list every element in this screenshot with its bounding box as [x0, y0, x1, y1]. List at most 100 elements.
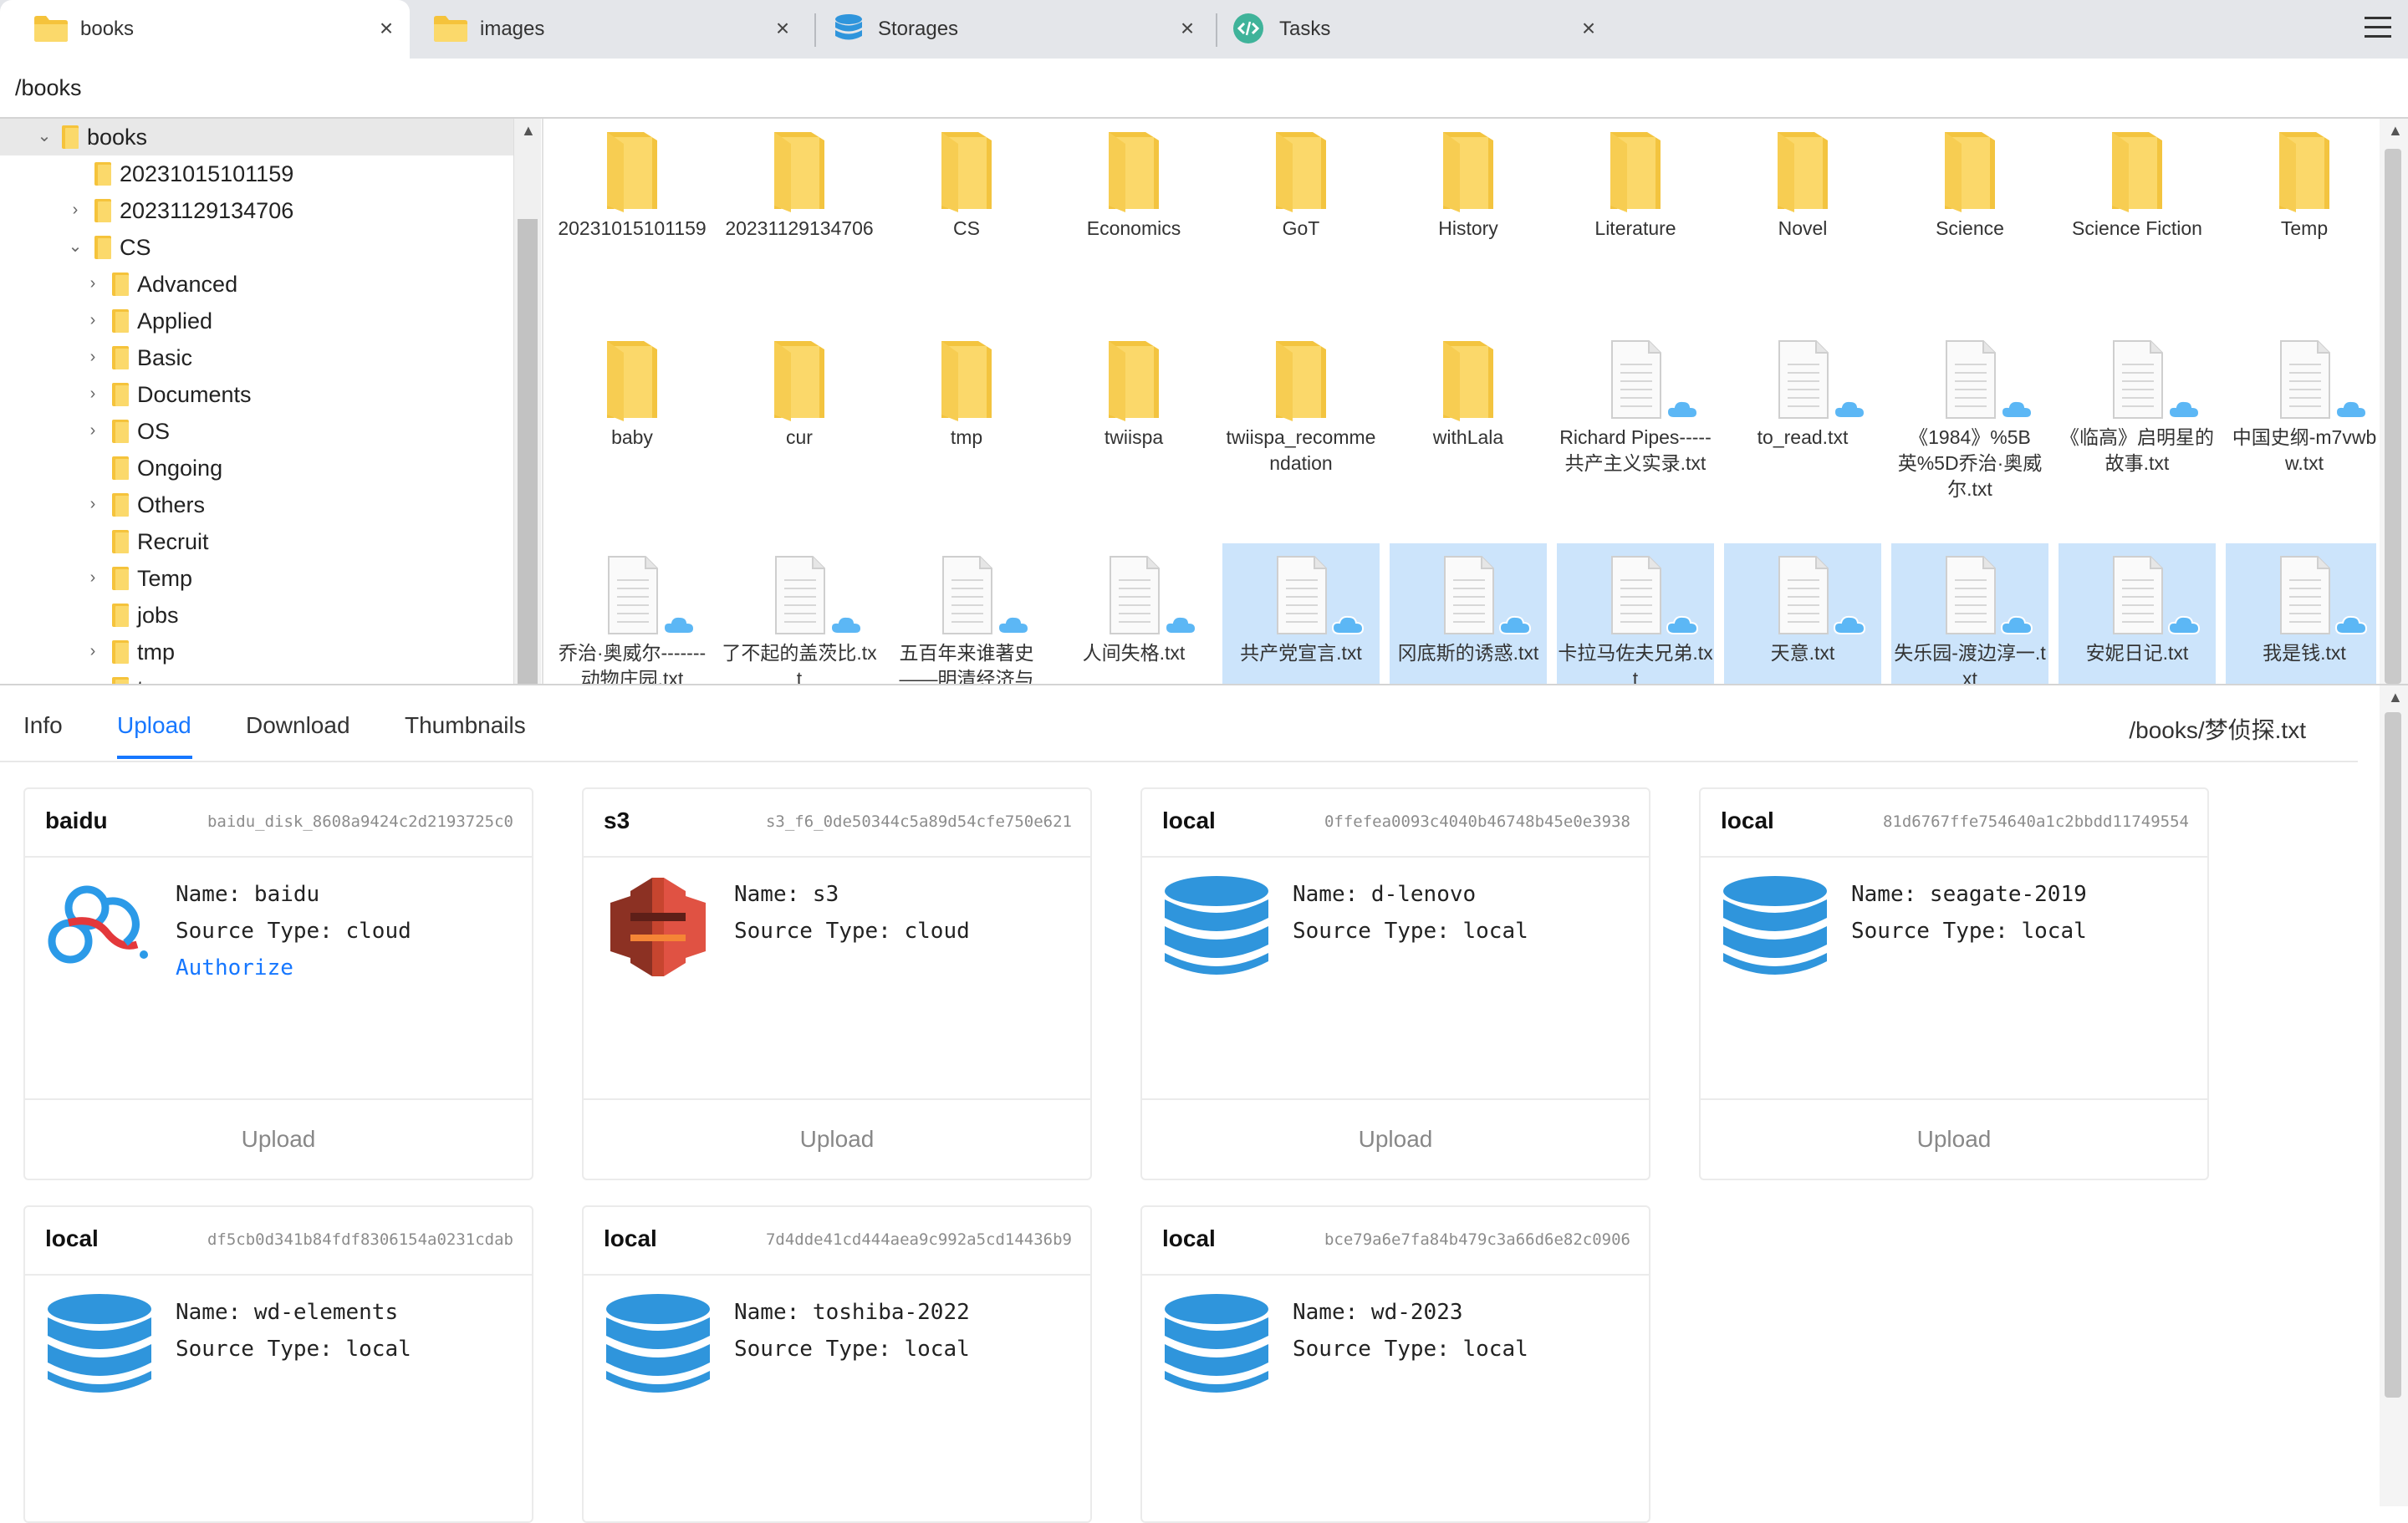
close-icon[interactable]: × — [768, 13, 798, 43]
tab-tasks[interactable]: Tasks × — [1217, 0, 1617, 59]
storage-source-row: Source Type: local — [1293, 913, 1528, 950]
scroll-thumb[interactable] — [2385, 149, 2401, 684]
file-item[interactable]: 共产党宣言.txt — [1222, 543, 1380, 684]
scroll-up-icon[interactable]: ▲ — [2388, 689, 2403, 706]
tree-item[interactable]: › Temp — [0, 560, 513, 597]
tab-thumbnails[interactable]: Thumbnails — [405, 712, 526, 739]
folder-item[interactable]: cur — [721, 328, 878, 478]
tab-storages[interactable]: Storages × — [816, 0, 1216, 59]
folder-item[interactable]: Temp — [2226, 119, 2376, 269]
file-item[interactable]: 人间失格.txt — [1055, 543, 1212, 684]
folder-item[interactable]: twiispa_recommendation — [1222, 328, 1380, 478]
tree-scrollbar[interactable]: ▲ — [513, 119, 541, 684]
tree-item[interactable]: ⌄ CS — [0, 229, 513, 266]
tree-item[interactable]: › Documents — [0, 376, 513, 413]
chevron-right-icon[interactable]: › — [66, 201, 84, 219]
tree-item[interactable]: › tmp — [0, 634, 513, 670]
close-icon[interactable]: × — [1172, 13, 1202, 43]
scroll-up-icon[interactable]: ▲ — [2388, 122, 2403, 140]
file-item[interactable]: 中国史纲-m7vwbw.txt — [2226, 328, 2376, 478]
scroll-up-icon[interactable]: ▲ — [521, 122, 536, 140]
tab-info[interactable]: Info — [23, 712, 63, 739]
tree-item[interactable]: › Applied — [0, 303, 513, 339]
tree-item[interactable]: tv — [0, 670, 513, 684]
code-icon — [1233, 13, 1263, 43]
tab-upload[interactable]: Upload — [117, 712, 191, 739]
tab-download[interactable]: Download — [246, 712, 350, 739]
tab-images[interactable]: images × — [410, 0, 811, 59]
tab-books[interactable]: books × — [0, 0, 410, 59]
chevron-right-icon[interactable]: › — [84, 421, 102, 440]
chevron-down-icon[interactable]: ⌄ — [35, 127, 54, 145]
tree-item[interactable]: › OS — [0, 413, 513, 450]
tree-item[interactable]: › 20231129134706 — [0, 192, 513, 229]
file-item[interactable]: 乔治·奥威尔-------动物庄园.txt — [554, 543, 711, 684]
tree-item[interactable]: 20231015101159 — [0, 155, 513, 192]
close-icon[interactable]: × — [371, 13, 401, 43]
tree-item[interactable]: › Advanced — [0, 266, 513, 303]
authorize-link[interactable]: Authorize — [176, 950, 411, 986]
storage-card: local df5cb0d341b84fdf8306154a0231cdab Nam… — [23, 1205, 533, 1523]
folder-item[interactable]: Novel — [1724, 119, 1881, 269]
card-header: local bce79a6e7fa84b479c3a66d6e82c0906 — [1142, 1207, 1649, 1276]
folder-item[interactable]: 20231129134706 — [721, 119, 878, 269]
chevron-right-icon[interactable]: › — [84, 274, 102, 293]
cloud-icon — [1833, 398, 1866, 420]
file-item[interactable]: 五百年来谁著史——明清经济与 — [888, 543, 1045, 684]
folder-item[interactable]: Literature — [1557, 119, 1714, 269]
upload-button[interactable]: Upload — [1142, 1098, 1649, 1179]
file-item[interactable]: 失乐园-渡边淳一.txt — [1891, 543, 2048, 684]
storage-details: Name: wd-2023 Source Type: local — [1293, 1294, 1528, 1368]
upload-button[interactable]: Upload — [584, 1098, 1090, 1179]
panel-scrollbar[interactable]: ▲ — [2380, 685, 2408, 1506]
file-item[interactable]: 天意.txt — [1724, 543, 1881, 684]
close-icon[interactable]: × — [1574, 13, 1604, 43]
file-name: 冈底斯的诱惑.txt — [1397, 642, 1539, 664]
file-item[interactable]: to_read.txt — [1724, 328, 1881, 478]
source-label: Source Type: — [734, 1337, 905, 1362]
chevron-right-icon[interactable]: › — [84, 385, 102, 403]
folder-item[interactable]: Science — [1891, 119, 2048, 269]
file-item[interactable]: Richard Pipes-----共产主义实录.txt — [1557, 328, 1714, 478]
folder-item[interactable]: History — [1390, 119, 1547, 269]
file-item[interactable]: 卡拉马佐夫兄弟.txt — [1557, 543, 1714, 684]
folder-item[interactable]: tmp — [888, 328, 1045, 478]
file-item[interactable]: 《1984》%5B英%5D乔治·奥威尔.txt — [1891, 328, 2048, 500]
folder-item[interactable]: Economics — [1055, 119, 1212, 269]
upload-button[interactable]: Upload — [25, 1098, 532, 1179]
grid-scrollbar[interactable]: ▲ — [2380, 119, 2408, 684]
folder-item[interactable]: 20231015101159 — [554, 119, 711, 269]
tree-item[interactable]: › Others — [0, 486, 513, 523]
tree-item[interactable]: ⌄ books — [0, 119, 513, 155]
folder-item[interactable]: baby — [554, 328, 711, 478]
tree-item[interactable]: jobs — [0, 597, 513, 634]
chevron-right-icon[interactable]: › — [84, 568, 102, 587]
folder-item[interactable]: GoT — [1222, 119, 1380, 269]
chevron-right-icon[interactable]: › — [84, 348, 102, 366]
storage-id: 0ffefea0093c4040b46748b45e0e3938 — [1324, 812, 1630, 831]
folder-item[interactable]: twiispa — [1055, 328, 1212, 478]
storage-name: s3 — [812, 882, 839, 907]
storage-source: local — [1462, 919, 1528, 944]
folder-item[interactable]: withLala — [1390, 328, 1547, 478]
file-item[interactable]: 《临高》启明星的故事.txt — [2059, 328, 2216, 478]
scroll-thumb[interactable] — [518, 219, 538, 684]
chevron-down-icon[interactable]: ⌄ — [66, 237, 84, 256]
path-bar[interactable]: /books — [0, 59, 2408, 119]
hamburger-menu-icon[interactable] — [2360, 10, 2396, 47]
file-name: CS — [953, 217, 980, 239]
chevron-right-icon[interactable]: › — [84, 642, 102, 660]
file-item[interactable]: 了不起的盖茨比.txt — [721, 543, 878, 684]
chevron-right-icon[interactable]: › — [84, 311, 102, 329]
chevron-right-icon[interactable]: › — [84, 495, 102, 513]
scroll-thumb[interactable] — [2385, 712, 2401, 1398]
tree-item[interactable]: › Basic — [0, 339, 513, 376]
upload-button[interactable]: Upload — [1701, 1098, 2207, 1179]
file-item[interactable]: 冈底斯的诱惑.txt — [1390, 543, 1547, 684]
file-item[interactable]: 安妮日记.txt — [2059, 543, 2216, 684]
folder-item[interactable]: Science Fiction — [2059, 119, 2216, 269]
tree-item[interactable]: Ongoing — [0, 450, 513, 486]
file-item[interactable]: 我是钱.txt — [2226, 543, 2376, 684]
folder-item[interactable]: CS — [888, 119, 1045, 269]
tree-item[interactable]: Recruit — [0, 523, 513, 560]
